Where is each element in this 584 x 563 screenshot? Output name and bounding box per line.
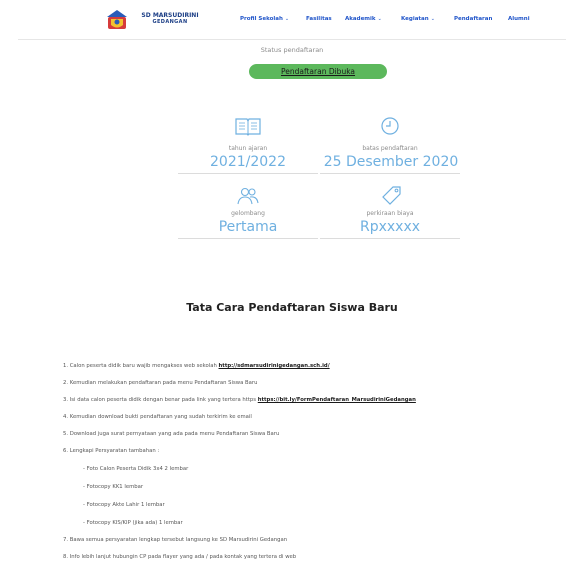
wave-value: Pertama: [218, 219, 278, 235]
cost-value: Rpxxxxx: [359, 219, 421, 235]
requirement-item: - Fotocopy KIS/KIP (jika ada) 1 lembar: [83, 520, 183, 526]
nav-fasilitas[interactable]: Fasilitas: [306, 16, 332, 22]
step-8: 8. Info lebih lanjut hubungin CP pada fl…: [63, 554, 297, 560]
nav-profil-sekolah[interactable]: Profil Sekolah ⌄: [240, 16, 289, 22]
nav-label: Kegiatan: [401, 16, 429, 22]
nav-akademik[interactable]: Akademik ⌄: [345, 16, 382, 22]
users-icon: [237, 187, 259, 205]
step-1: 1. Calon peserta didik baru wajib mengak…: [63, 363, 330, 369]
registration-form-link[interactable]: https://bit.ly/FormPendaftaran_Marsudiri…: [258, 397, 416, 403]
brand-line-2: GEDANGAN: [152, 19, 188, 25]
nav-label: Profil Sekolah: [240, 16, 283, 22]
chevron-down-icon: ⌄: [430, 16, 435, 22]
wave-label: gelombang: [231, 210, 265, 217]
academic-year-value: 2021/2022: [210, 154, 286, 170]
requirement-item: - Fotocopy Akte Lahir 1 lembar: [83, 502, 165, 508]
step-3: 3. Isi data calon peserta didik dengan b…: [63, 397, 416, 403]
deadline-underline: [320, 173, 460, 174]
school-logo[interactable]: [105, 9, 129, 31]
academic-year-underline: [178, 173, 318, 174]
requirement-item: - Fotocopy KK1 lembar: [83, 484, 144, 490]
chevron-down-icon: ⌄: [284, 16, 290, 22]
brand-name[interactable]: SD MARSUDIRINI GEDANGAN: [138, 12, 202, 26]
nav-kegiatan[interactable]: Kegiatan ⌄: [401, 16, 435, 22]
academic-year-label: tahun ajaran: [228, 145, 268, 152]
step-7: 7. Bawa semua persyaratan lengkap terseb…: [63, 537, 288, 543]
nav-pendaftaran[interactable]: Pendaftaran: [454, 16, 492, 22]
wave-underline: [178, 238, 318, 239]
brand-line-1: SD MARSUDIRINI: [141, 12, 199, 19]
step-4: 4. Kemudian download bukti pendaftaran y…: [63, 414, 252, 420]
chevron-down-icon: ⌄: [377, 16, 382, 22]
book-icon: [235, 118, 261, 136]
cost-underline: [320, 238, 460, 239]
deadline-value: 25 Desember 2020: [323, 154, 459, 170]
nav-label: Akademik: [345, 16, 376, 22]
school-website-link[interactable]: http://sdmarsudirinigedangan.sch.id/: [219, 363, 330, 369]
nav-label: Pendaftaran: [454, 16, 493, 22]
nav-label: Alumni: [508, 16, 530, 22]
nav-alumni[interactable]: Alumni: [508, 16, 530, 22]
status-label: Status pendaftaran: [260, 46, 324, 54]
step-text: 3. Isi data calon peserta didik dengan b…: [63, 397, 258, 403]
step-2: 2. Kemudian melakukan pendaftaran pada m…: [63, 380, 258, 386]
clock-icon: [381, 117, 399, 135]
step-5: 5. Download juga surat pernyataan yang a…: [63, 431, 280, 437]
navbar-divider: [18, 39, 566, 40]
navbar: SD MARSUDIRINI GEDANGAN Profil Sekolah ⌄ …: [0, 0, 584, 40]
requirement-item: - Foto Calon Peserta Didik 3x4 2 lembar: [83, 466, 189, 472]
status-badge[interactable]: Pendaftaran Dibuka: [249, 64, 387, 79]
step-text: 1. Calon peserta didik baru wajib mengak…: [63, 363, 219, 369]
section-title: Tata Cara Pendaftaran Siswa Baru: [186, 301, 398, 314]
nav-label: Fasilitas: [306, 16, 332, 22]
deadline-label: batas pendaftaran: [362, 145, 418, 152]
cost-label: perkiraan biaya: [366, 210, 414, 217]
tag-icon: [382, 186, 401, 205]
step-6: 6. Lengkapi Persyaratan tambahan :: [63, 448, 160, 454]
